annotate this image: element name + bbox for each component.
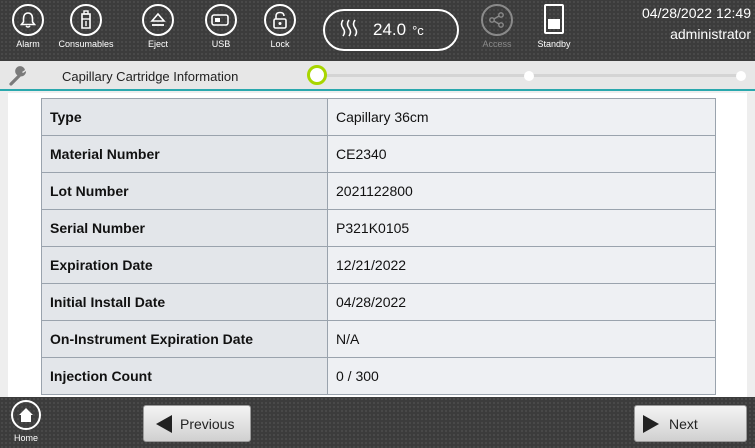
table-row: Lot Number 2021122800: [41, 172, 716, 210]
step-indicator-1: [307, 65, 327, 85]
row-label: On-Instrument Expiration Date: [41, 320, 328, 358]
previous-button[interactable]: Previous: [143, 405, 251, 442]
row-label: Expiration Date: [41, 246, 328, 284]
next-label: Next: [669, 415, 698, 432]
table-row: On-Instrument Expiration Date N/A: [41, 320, 716, 358]
row-value: CE2340: [327, 135, 716, 173]
eject-icon: [142, 4, 174, 36]
row-label: Material Number: [41, 135, 328, 173]
lock-button[interactable]: Lock: [256, 4, 304, 58]
row-value: 0 / 300: [327, 357, 716, 395]
status-info: 04/28/2022 12:49 administrator: [642, 3, 751, 45]
step-indicator-2: [524, 71, 534, 81]
previous-label: Previous: [180, 415, 235, 432]
standby-icon: [544, 4, 564, 34]
row-label: Type: [41, 98, 328, 136]
page-title: Capillary Cartridge Information: [62, 69, 239, 84]
standby-button[interactable]: Standby: [530, 4, 578, 58]
wizard-step-bar: Capillary Cartridge Information: [0, 61, 755, 91]
row-label: Lot Number: [41, 172, 328, 210]
lock-icon: [264, 4, 296, 36]
next-button[interactable]: Next: [634, 405, 747, 442]
table-row: Serial Number P321K0105: [41, 209, 716, 247]
table-row: Injection Count 0 / 300: [41, 357, 716, 395]
row-label: Initial Install Date: [41, 283, 328, 321]
row-value: 2021122800: [327, 172, 716, 210]
eject-label: Eject: [147, 39, 168, 49]
alarm-label: Alarm: [16, 39, 40, 49]
current-user: administrator: [670, 26, 751, 42]
row-value: Capillary 36cm: [327, 98, 716, 136]
share-icon: [481, 4, 513, 36]
datetime: 04/28/2022 12:49: [642, 5, 751, 21]
alarm-button[interactable]: Alarm: [4, 4, 52, 58]
heat-waves-icon: [339, 18, 359, 43]
table-row: Type Capillary 36cm: [41, 98, 716, 136]
row-value: 12/21/2022: [327, 246, 716, 284]
arrow-left-icon: [156, 414, 172, 433]
top-toolbar: Alarm Consumables Eject USB Lock 24.0 °c: [0, 0, 755, 61]
usb-button[interactable]: USB: [197, 4, 245, 58]
arrow-right-icon: [643, 414, 659, 433]
cartridge-info-table: Type Capillary 36cm Material Number CE23…: [41, 98, 716, 395]
temperature-display[interactable]: 24.0 °c: [323, 9, 459, 51]
row-value: N/A: [327, 320, 716, 358]
eject-button[interactable]: Eject: [134, 4, 182, 58]
temperature-unit: °c: [412, 22, 424, 38]
content-panel: Type Capillary 36cm Material Number CE23…: [8, 93, 747, 397]
access-button[interactable]: Access: [473, 4, 521, 58]
access-label: Access: [482, 39, 512, 49]
bottom-navigation-bar: Home Previous Next: [0, 397, 755, 448]
usb-icon: [205, 4, 237, 36]
row-value: P321K0105: [327, 209, 716, 247]
step-indicator-3: [736, 71, 746, 81]
table-row: Material Number CE2340: [41, 135, 716, 173]
row-value: 04/28/2022: [327, 283, 716, 321]
consumables-label: Consumables: [58, 39, 114, 49]
lock-label: Lock: [270, 39, 290, 49]
bell-icon: [12, 4, 44, 36]
reagent-bottle-icon: [70, 4, 102, 36]
consumables-button[interactable]: Consumables: [58, 4, 114, 58]
usb-label: USB: [211, 39, 231, 49]
home-icon: [11, 400, 41, 430]
row-label: Serial Number: [41, 209, 328, 247]
table-row: Initial Install Date 04/28/2022: [41, 283, 716, 321]
temperature-value: 24.0: [373, 20, 407, 39]
home-button[interactable]: Home: [6, 400, 46, 448]
home-label: Home: [13, 433, 38, 443]
standby-label: Standby: [537, 39, 571, 49]
table-row: Expiration Date 12/21/2022: [41, 246, 716, 284]
wrench-icon: [9, 66, 27, 86]
row-label: Injection Count: [41, 357, 328, 395]
